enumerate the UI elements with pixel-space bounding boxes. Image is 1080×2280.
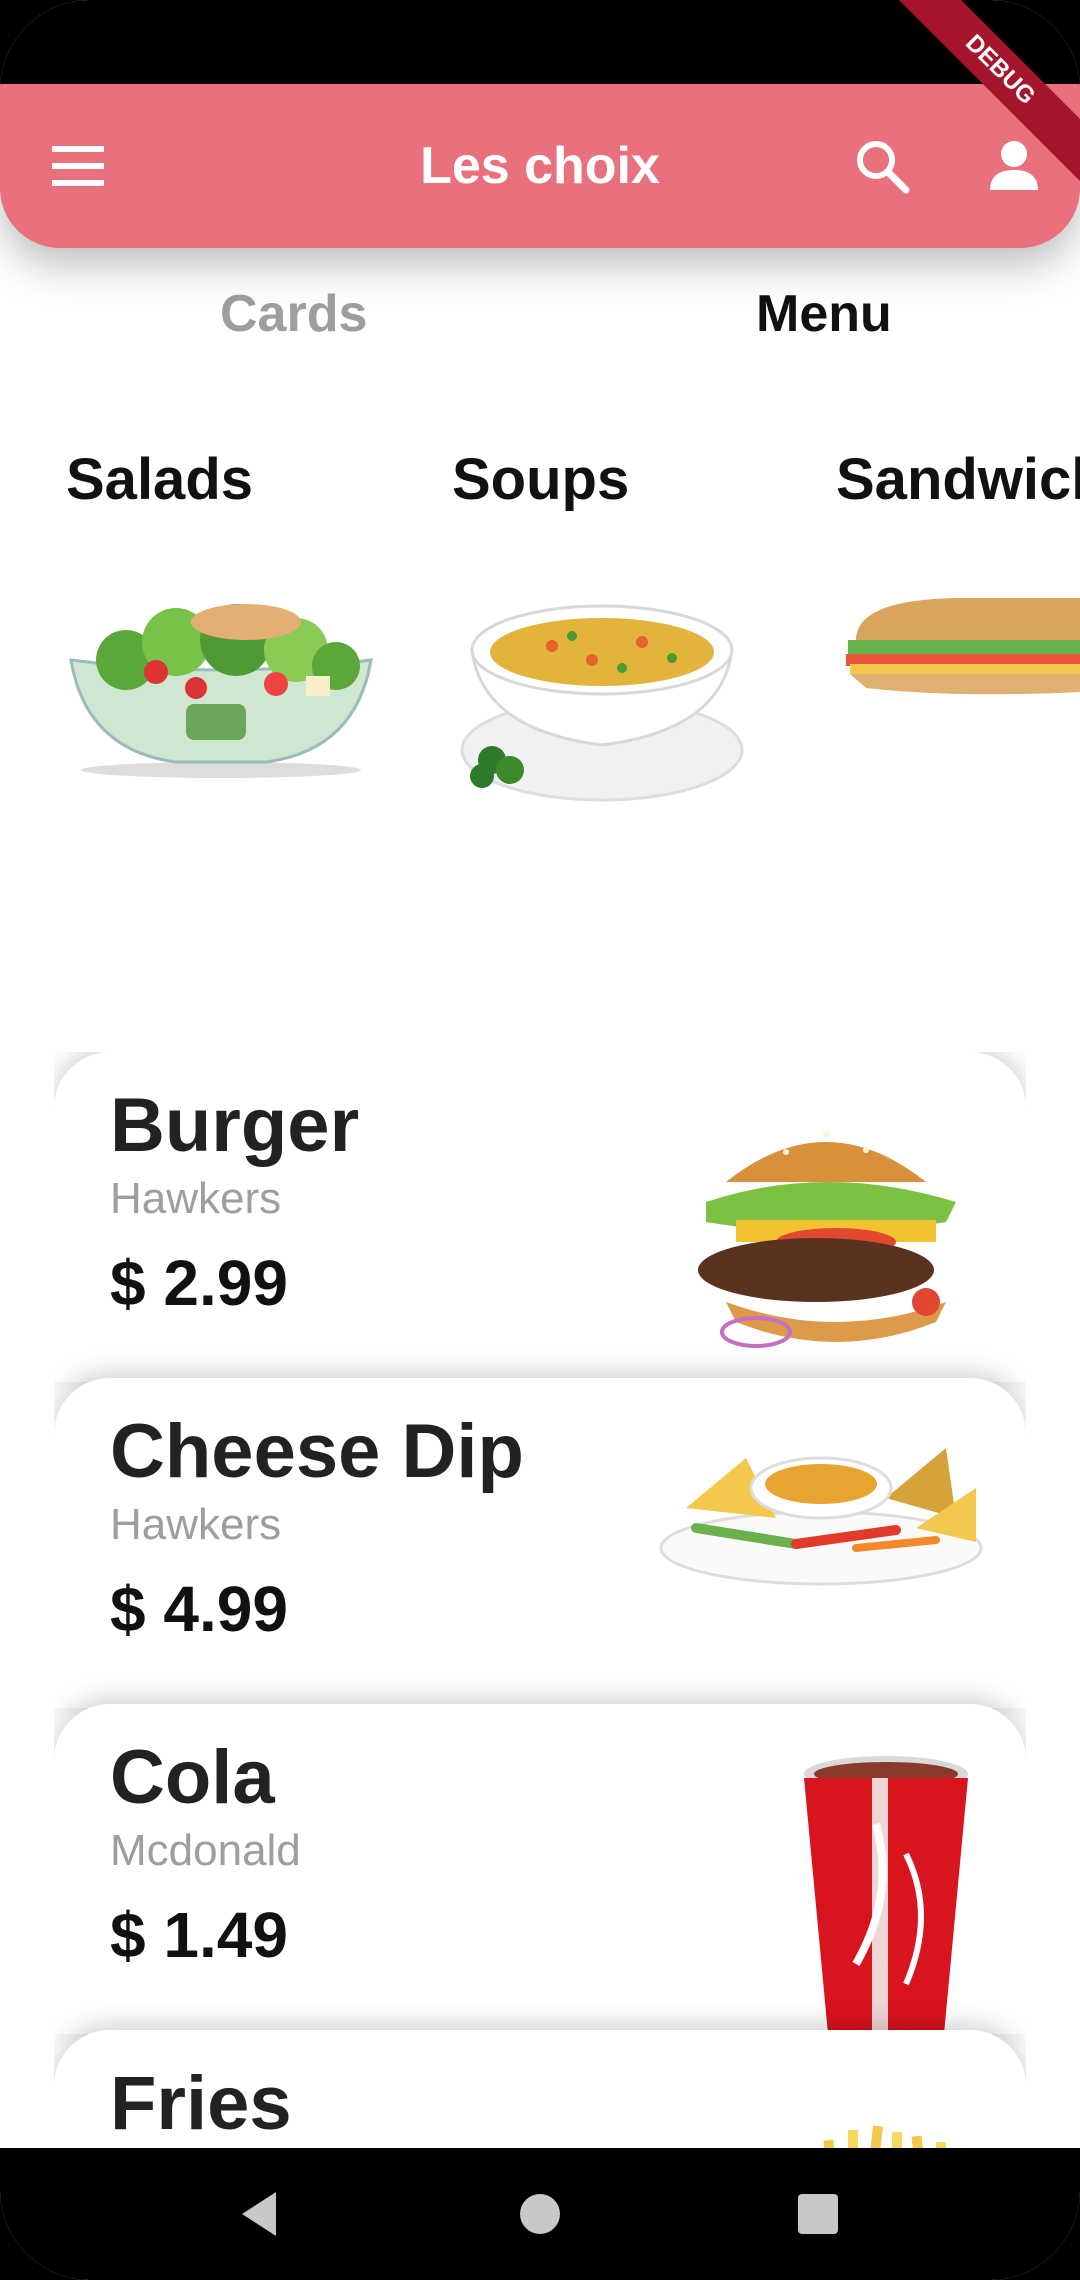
category-label: Soups: [452, 447, 630, 512]
food-price: $ 1.49: [110, 1899, 288, 1971]
search-button[interactable]: [840, 124, 924, 208]
tab-bar: Cards Menu: [0, 248, 1080, 378]
cola-cup-image: [804, 1756, 968, 2034]
soup-bowl-image: [460, 604, 744, 802]
cheese-dip-image: [659, 1448, 983, 1586]
category-salads[interactable]: Salads: [66, 430, 426, 810]
food-card-cheese-dip[interactable]: Cheese Dip Hawkers $ 4.99: [54, 1378, 1026, 1708]
salad-bowl-image: [69, 604, 373, 778]
food-card-stack: Burger Hawkers $ 2.99 Cheese Dip Hawkers…: [54, 1052, 1026, 2148]
food-price: $ 4.99: [110, 1573, 288, 1645]
app-bar: Les choix: [0, 84, 1080, 248]
category-sandwiches[interactable]: Sandwiches: [836, 430, 1080, 810]
category-label: Sandwiches: [836, 447, 1080, 512]
food-card-cola[interactable]: Cola Mcdonald $ 1.49: [54, 1704, 1026, 2034]
sub-sandwich-image: [846, 598, 1080, 695]
tab-cards[interactable]: Cards: [220, 284, 367, 344]
food-price: $ 2.99: [110, 1247, 288, 1319]
food-name: Cola: [110, 1735, 275, 1820]
recent-square-icon[interactable]: [782, 2178, 854, 2250]
burger-image: [698, 1131, 956, 1348]
category-strip: Salads Soups Sandwic: [0, 430, 1080, 810]
food-name: Fries: [110, 2061, 292, 2146]
food-vendor: Hawkers: [110, 1174, 282, 1223]
category-label: Salads: [66, 447, 253, 512]
home-circle-icon[interactable]: [504, 2178, 576, 2250]
food-vendor: Hawkers: [110, 1500, 282, 1549]
food-vendor: Mcdonald: [110, 1826, 301, 1875]
food-name: Cheese Dip: [110, 1409, 524, 1494]
system-nav-bar: [0, 2148, 1080, 2280]
food-card-burger[interactable]: Burger Hawkers $ 2.99: [54, 1052, 1026, 1382]
back-triangle-icon[interactable]: [224, 2178, 296, 2250]
fries-image: [823, 2125, 946, 2148]
food-name: Burger: [110, 1083, 360, 1168]
category-soups[interactable]: Soups: [452, 430, 812, 810]
phone-screen: DEBUG Les choix Cards Menu Salads Soups …: [0, 0, 1080, 2280]
search-icon: [857, 141, 910, 194]
food-card-fries[interactable]: Fries: [54, 2030, 1026, 2148]
tab-menu[interactable]: Menu: [756, 284, 892, 344]
